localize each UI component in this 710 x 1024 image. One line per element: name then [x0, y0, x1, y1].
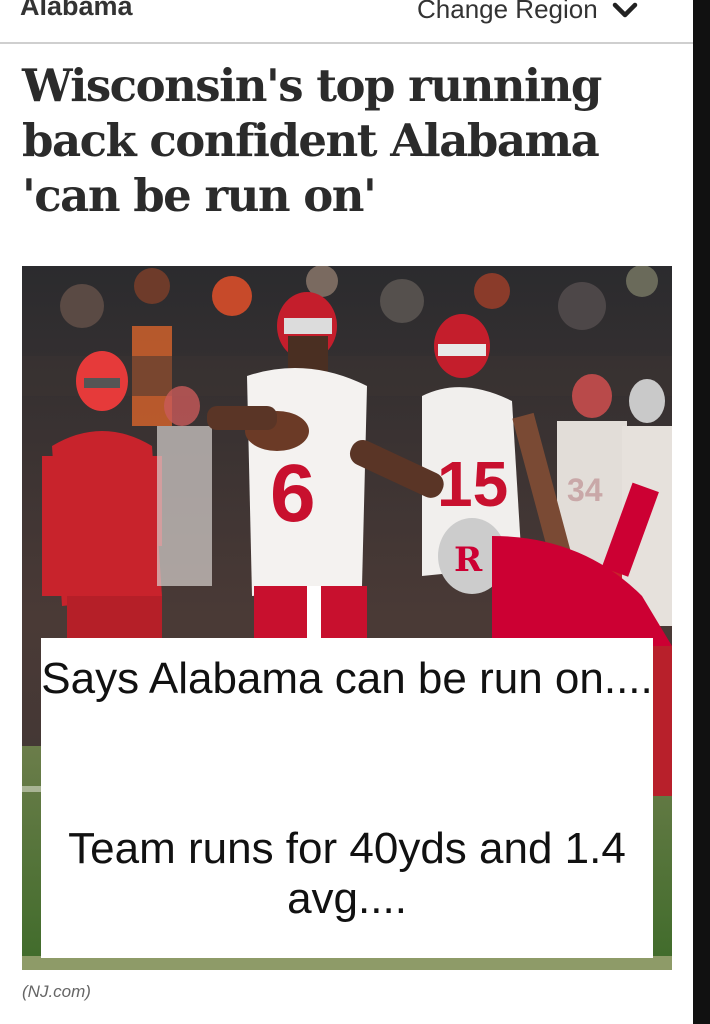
- image-source-credit: (NJ.com): [22, 982, 91, 1001]
- jersey-number-15: 15: [437, 448, 508, 520]
- meme-caption-line-1: Says Alabama can be run on....: [41, 654, 653, 703]
- article-photo[interactable]: 34 15 6 R Says Alabama can be run on....…: [22, 266, 672, 970]
- region-bar: Alabama Change Region: [0, 0, 693, 44]
- svg-text:R: R: [454, 540, 483, 580]
- change-region-label: Change Region: [417, 0, 598, 24]
- article-headline[interactable]: Wisconsin's top running back confident A…: [22, 58, 662, 223]
- chevron-down-icon: [612, 0, 638, 17]
- change-region-button[interactable]: Change Region: [417, 0, 638, 25]
- article-page: Alabama Change Region Wisconsin's top ru…: [0, 0, 693, 1024]
- jersey-number-6: 6: [270, 448, 316, 539]
- meme-caption-line-2: Team runs for 40yds and 1.4 avg....: [68, 824, 626, 923]
- page-edge-border: [693, 0, 710, 1024]
- region-name: Alabama: [20, 0, 133, 21]
- meme-caption-box: Says Alabama can be run on.... Team runs…: [41, 638, 653, 958]
- svg-text:34: 34: [567, 472, 603, 508]
